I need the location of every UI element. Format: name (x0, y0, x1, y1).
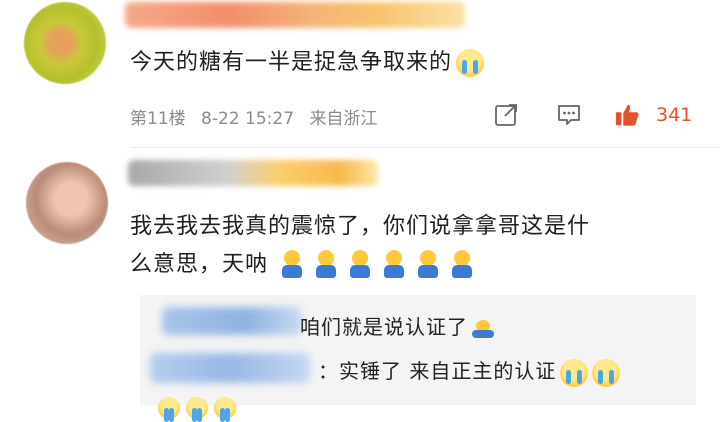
like-count: 341 (656, 104, 693, 126)
cry-emoji-icon (158, 397, 180, 422)
cry-emoji-icon (214, 397, 236, 422)
sad-emoji-icon (452, 250, 473, 280)
thumbs-up-icon[interactable] (614, 102, 640, 128)
cry-emoji-icon (560, 358, 589, 387)
avatar[interactable] (24, 2, 106, 84)
comment-text-line1: 我去我去我真的震惊了，你们说拿拿哥这是什 (130, 214, 591, 239)
reply-item: ：实锤了 来自正主的认证 (318, 355, 621, 387)
sad-emoji-icon (350, 250, 371, 280)
divider (130, 147, 720, 148)
reply-item: 咱们就是说认证了 (300, 311, 494, 343)
cry-emoji-icon (186, 397, 208, 422)
comment-text-line2: 么意思，天呐 (130, 246, 473, 284)
sad-emoji-icon (282, 250, 303, 280)
reply-text: 咱们就是说认证了 (300, 315, 468, 339)
reply-emoji-row (152, 397, 236, 422)
comment-text-content: 么意思，天呐 (130, 252, 269, 277)
cry-emoji-icon (592, 358, 621, 387)
reply-thread[interactable]: 咱们就是说认证了 ：实锤了 来自正主的认证 (140, 295, 696, 422)
reply-username-blurred[interactable] (162, 307, 302, 335)
username-blurred[interactable] (125, 2, 465, 28)
share-icon[interactable] (493, 102, 519, 128)
sad-emoji-icon (316, 250, 337, 280)
comment-meta: 第11楼 8-22 15:27 来自浙江 (130, 104, 387, 129)
reply-username-blurred[interactable] (150, 353, 310, 383)
sad-emoji-icon (418, 250, 439, 280)
floor-label: 第11楼 (130, 109, 186, 129)
comment-text: 今天的糖有一半是捉急争取来的 (130, 44, 485, 82)
username-blurred[interactable] (128, 160, 378, 186)
timestamp: 8-22 15:27 (201, 109, 295, 129)
reply-text: ：实锤了 来自正主的认证 (318, 359, 557, 383)
comment-text-content: 今天的糖有一半是捉急争取来的 (130, 50, 453, 75)
avatar[interactable] (26, 162, 108, 244)
sad-emoji-icon (472, 319, 494, 338)
location: 来自浙江 (309, 109, 378, 129)
comment-icon[interactable] (556, 102, 582, 128)
cry-emoji-icon (456, 49, 485, 77)
sad-emoji-icon (384, 250, 405, 280)
